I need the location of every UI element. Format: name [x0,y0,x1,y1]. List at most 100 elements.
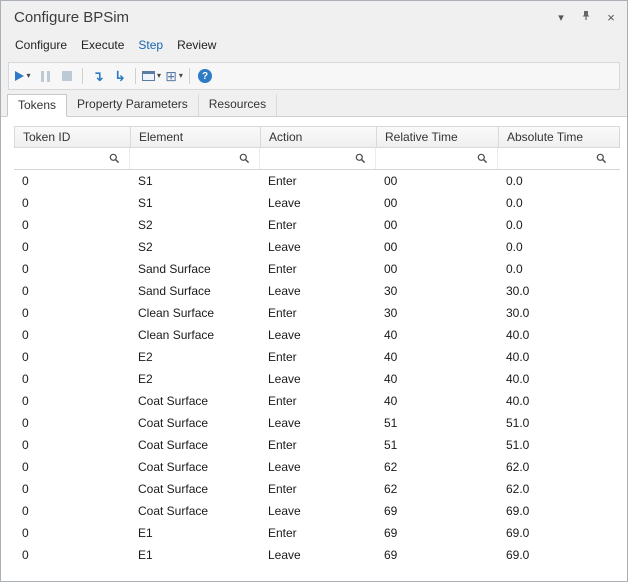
table-cell: 0 [14,236,130,258]
column-header[interactable]: Token ID [15,127,131,147]
run-simulation-button[interactable]: ▾ [12,65,34,87]
search-icon [355,153,366,164]
table-cell: 30 [376,280,498,302]
tokens-table: Token IDElementActionRelative TimeAbsolu… [14,126,620,566]
table-cell: 0 [14,500,130,522]
menu-configure[interactable]: Configure [8,36,74,54]
table-row[interactable]: 0Coat SurfaceEnter4040.0 [14,390,620,412]
table-cell: Leave [260,324,376,346]
table-cell: 0 [14,456,130,478]
menu-execute[interactable]: Execute [74,36,131,54]
header-row: Token IDElementActionRelative TimeAbsolu… [14,126,620,148]
filter-cell[interactable] [14,148,130,169]
table-cell: 0 [14,412,130,434]
table-cell: 0 [14,170,130,192]
token-display-button[interactable]: ⊞▾ [163,65,185,87]
column-header[interactable]: Relative Time [377,127,499,147]
table-cell: Enter [260,346,376,368]
toolbar: ▾↴↳▾⊞▾? [8,62,620,90]
table-cell: 40.0 [498,368,616,390]
window-icon [142,71,155,81]
column-header[interactable]: Absolute Time [499,127,617,147]
menu-step[interactable]: Step [131,36,170,54]
table-cell: Enter [260,434,376,456]
table-cell: 0 [14,346,130,368]
close-button[interactable]: × [603,9,619,25]
table-cell: Enter [260,390,376,412]
table-cell: 69.0 [498,544,616,566]
table-row[interactable]: 0S1Leave000.0 [14,192,620,214]
table-cell: 51 [376,412,498,434]
step-into-button[interactable]: ↳ [109,65,131,87]
table-cell: Leave [260,456,376,478]
filter-cell[interactable] [260,148,376,169]
table-cell: 0.0 [498,192,616,214]
table-cell: 30 [376,302,498,324]
table-cell: Leave [260,192,376,214]
table-row[interactable]: 0Sand SurfaceLeave3030.0 [14,280,620,302]
table-cell: 0 [14,478,130,500]
table-cell: S2 [130,214,260,236]
table-cell: 40 [376,346,498,368]
table-row[interactable]: 0Clean SurfaceEnter3030.0 [14,302,620,324]
table-cell: 40 [376,368,498,390]
tab-resources[interactable]: Resources [199,94,277,116]
step-into-icon: ↳ [114,69,126,83]
tab-property-parameters[interactable]: Property Parameters [67,94,199,116]
table-row[interactable]: 0Coat SurfaceLeave5151.0 [14,412,620,434]
table-row[interactable]: 0E1Leave6969.0 [14,544,620,566]
stop-simulation-button[interactable] [56,65,78,87]
table-body: 0S1Enter000.00S1Leave000.00S2Enter000.00… [14,170,620,566]
table-row[interactable]: 0S2Leave000.0 [14,236,620,258]
pin-button[interactable] [578,9,594,25]
table-cell: Leave [260,280,376,302]
search-icon [239,153,250,164]
table-cell: 0 [14,324,130,346]
table-cell: Enter [260,302,376,324]
tab-bar: Tokens Property Parameters Resources [1,94,627,117]
step-over-button[interactable]: ↴ [87,65,109,87]
menu-bar: Configure Execute Step Review [1,33,627,57]
table-row[interactable]: 0Clean SurfaceLeave4040.0 [14,324,620,346]
filter-cell[interactable] [498,148,616,169]
table-cell: 0 [14,522,130,544]
filter-cell[interactable] [130,148,260,169]
help-button[interactable]: ? [194,65,216,87]
open-console-button[interactable]: ▾ [140,65,163,87]
search-icon [109,153,120,164]
table-row[interactable]: 0Coat SurfaceLeave6262.0 [14,456,620,478]
table-cell: 51.0 [498,412,616,434]
table-cell: 0.0 [498,236,616,258]
table-row[interactable]: 0E2Leave4040.0 [14,368,620,390]
table-cell: 0 [14,214,130,236]
table-cell: Leave [260,500,376,522]
table-row[interactable]: 0S1Enter000.0 [14,170,620,192]
pause-icon [41,71,50,82]
stop-icon [62,71,72,81]
filter-row [14,148,620,170]
pause-simulation-button[interactable] [34,65,56,87]
table-row[interactable]: 0E1Enter6969.0 [14,522,620,544]
table-cell: 62 [376,456,498,478]
filter-cell[interactable] [376,148,498,169]
table-row[interactable]: 0Coat SurfaceEnter5151.0 [14,434,620,456]
window-menu-button[interactable]: ▾ [553,9,569,25]
table-row[interactable]: 0S2Enter000.0 [14,214,620,236]
table-row[interactable]: 0Coat SurfaceEnter6262.0 [14,478,620,500]
table-cell: Coat Surface [130,500,260,522]
table-cell: 0.0 [498,214,616,236]
table-row[interactable]: 0Coat SurfaceLeave6969.0 [14,500,620,522]
window-title: Configure BPSim [14,9,553,26]
table-row[interactable]: 0E2Enter4040.0 [14,346,620,368]
table-cell: 0 [14,192,130,214]
column-header[interactable]: Element [131,127,261,147]
tab-tokens[interactable]: Tokens [7,94,67,117]
table-row[interactable]: 0Sand SurfaceEnter000.0 [14,258,620,280]
menu-review[interactable]: Review [170,36,223,54]
table-cell: 0 [14,302,130,324]
table-cell: 62.0 [498,478,616,500]
column-header[interactable]: Action [261,127,377,147]
table-cell: 69 [376,522,498,544]
toolbar-separator [135,68,136,84]
table-cell: Coat Surface [130,412,260,434]
